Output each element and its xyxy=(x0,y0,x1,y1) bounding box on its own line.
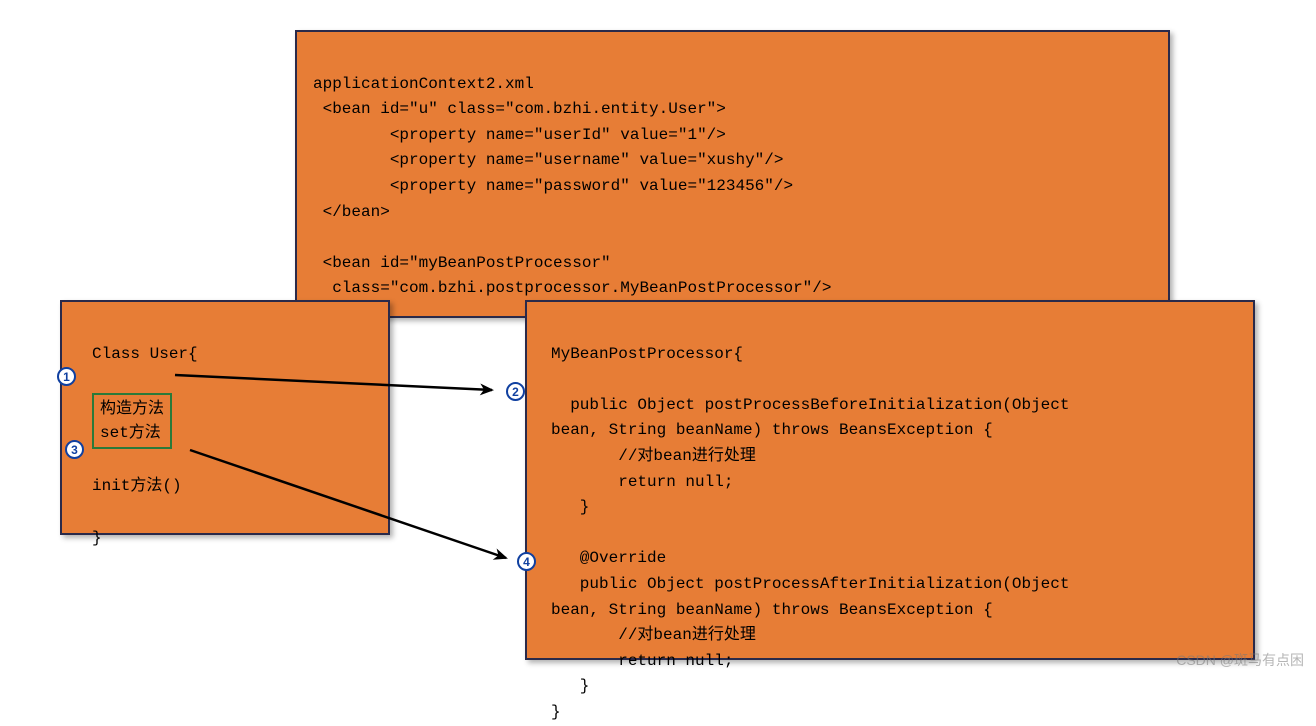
before-init-return: return null; xyxy=(551,473,733,491)
setter-label: set方法 xyxy=(100,424,161,442)
xml-line-processor-class: class="com.bzhi.postprocessor.MyBeanPost… xyxy=(313,279,831,297)
before-init-comment: //对bean进行处理 xyxy=(551,447,756,465)
user-class-panel: Class User{ 构造方法 set方法 init方法() } xyxy=(60,300,390,535)
init-method-label: init方法() xyxy=(92,477,182,495)
override-annotation: @Override xyxy=(551,549,666,567)
after-init-signature-2: bean, String beanName) throws BeansExcep… xyxy=(551,601,993,619)
xml-line-prop-username: <property name="username" value="xushy"/… xyxy=(313,151,783,169)
xml-line-prop-userid: <property name="userId" value="1"/> xyxy=(313,126,726,144)
step-badge-4: 4 xyxy=(517,552,536,571)
after-init-return: return null; xyxy=(551,652,733,670)
xml-config-panel: applicationContext2.xml <bean id="u" cla… xyxy=(295,30,1170,318)
xml-line-prop-password: <property name="password" value="123456"… xyxy=(313,177,793,195)
xml-line-bean-close: </bean> xyxy=(313,203,390,221)
after-init-close: } xyxy=(551,677,589,695)
constructor-setter-box: 构造方法 set方法 xyxy=(92,393,172,449)
user-class-header: Class User{ xyxy=(92,345,198,363)
xml-line-processor-open: <bean id="myBeanPostProcessor" xyxy=(313,254,611,272)
before-init-close: } xyxy=(551,498,589,516)
after-init-comment: //对bean进行处理 xyxy=(551,626,756,644)
xml-line-bean-open: <bean id="u" class="com.bzhi.entity.User… xyxy=(313,100,726,118)
constructor-label: 构造方法 xyxy=(100,400,164,418)
step-badge-1: 1 xyxy=(57,367,76,386)
before-init-signature-2: bean, String beanName) throws BeansExcep… xyxy=(551,421,993,439)
step-badge-2: 2 xyxy=(506,382,525,401)
after-init-signature-1: public Object postProcessAfterInitializa… xyxy=(551,575,1069,593)
before-init-signature-1: public Object postProcessBeforeInitializ… xyxy=(551,396,1069,414)
step-badge-3: 3 xyxy=(65,440,84,459)
watermark-text: CSDN @斑马有点困 xyxy=(1176,650,1304,670)
user-class-close: } xyxy=(92,529,102,547)
processor-close: } xyxy=(551,703,561,721)
xml-title: applicationContext2.xml xyxy=(313,75,534,93)
post-processor-panel: MyBeanPostProcessor{ public Object postP… xyxy=(525,300,1255,660)
processor-header: MyBeanPostProcessor{ xyxy=(551,345,743,363)
